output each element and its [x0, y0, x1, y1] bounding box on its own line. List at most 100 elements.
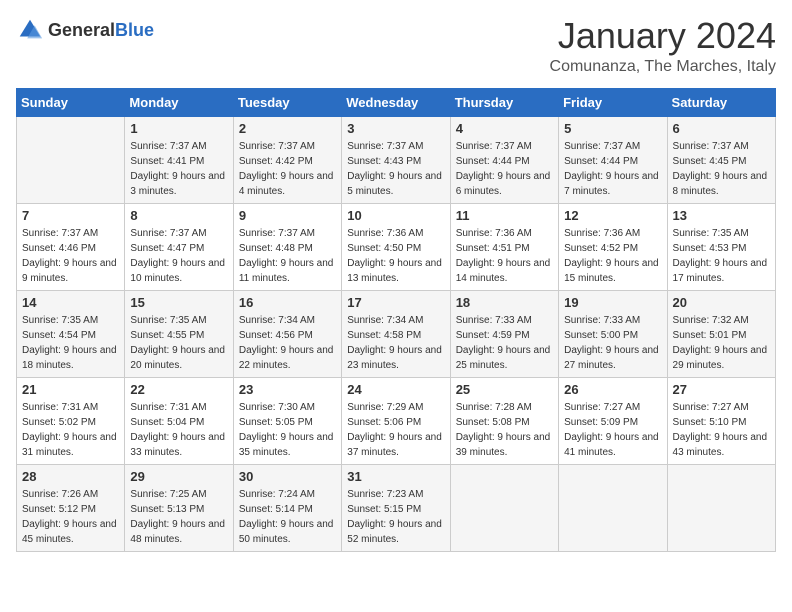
day-number: 14: [22, 295, 119, 310]
day-info: Sunrise: 7:28 AMSunset: 5:08 PMDaylight:…: [456, 400, 553, 460]
calendar-cell: 12Sunrise: 7:36 AMSunset: 4:52 PMDayligh…: [559, 203, 667, 290]
calendar-cell: 24 Sunrise: 7:29 AMSunset: 5:06 PMDayligh…: [342, 377, 450, 464]
calendar-cell: 14Sunrise: 7:35 AMSunset: 4:54 PMDayligh…: [17, 290, 125, 377]
day-info: Sunrise: 7:37 AMSunset: 4:44 PMDaylight:…: [564, 139, 661, 199]
day-info: Sunrise: 7:24 AMSunset: 5:14 PMDaylight:…: [239, 487, 336, 547]
day-info: Sunrise: 7:35 AMSunset: 4:53 PMDaylight:…: [673, 226, 770, 286]
calendar-cell: 26Sunrise: 7:27 AMSunset: 5:09 PMDayligh…: [559, 377, 667, 464]
calendar-week-4: 28Sunrise: 7:26 AMSunset: 5:12 PMDayligh…: [17, 464, 776, 551]
day-info: Sunrise: 7:37 AMSunset: 4:48 PMDaylight:…: [239, 226, 336, 286]
col-wednesday: Wednesday: [342, 88, 450, 116]
day-number: 12: [564, 208, 661, 223]
calendar-cell: 28Sunrise: 7:26 AMSunset: 5:12 PMDayligh…: [17, 464, 125, 551]
day-number: 29: [130, 469, 227, 484]
day-info: Sunrise: 7:36 AMSunset: 4:51 PMDaylight:…: [456, 226, 553, 286]
day-info: Sunrise: 7:25 AMSunset: 5:13 PMDaylight:…: [130, 487, 227, 547]
day-number: 24: [347, 382, 444, 397]
day-info: Sunrise: 7:32 AMSunset: 5:01 PMDaylight:…: [673, 313, 770, 373]
calendar-cell: 8 Sunrise: 7:37 AMSunset: 4:47 PMDaylight…: [125, 203, 233, 290]
calendar-cell: 23 Sunrise: 7:30 AMSunset: 5:05 PMDayligh…: [233, 377, 341, 464]
day-number: 8: [130, 208, 227, 223]
calendar-cell: [559, 464, 667, 551]
day-info: Sunrise: 7:33 AMSunset: 4:59 PMDaylight:…: [456, 313, 553, 373]
calendar-table: Sunday Monday Tuesday Wednesday Thursday…: [16, 88, 776, 552]
day-number: 18: [456, 295, 553, 310]
calendar-cell: [667, 464, 775, 551]
calendar-cell: 2 Sunrise: 7:37 AMSunset: 4:42 PMDaylight…: [233, 116, 341, 203]
day-number: 30: [239, 469, 336, 484]
day-info: Sunrise: 7:30 AMSunset: 5:05 PMDaylight:…: [239, 400, 336, 460]
day-info: Sunrise: 7:31 AMSunset: 5:04 PMDaylight:…: [130, 400, 227, 460]
day-info: Sunrise: 7:37 AMSunset: 4:43 PMDaylight:…: [347, 139, 444, 199]
day-info: Sunrise: 7:36 AMSunset: 4:50 PMDaylight:…: [347, 226, 444, 286]
day-number: 15: [130, 295, 227, 310]
day-number: 23: [239, 382, 336, 397]
header-row: Sunday Monday Tuesday Wednesday Thursday…: [17, 88, 776, 116]
calendar-cell: 21 Sunrise: 7:31 AMSunset: 5:02 PMDayligh…: [17, 377, 125, 464]
day-info: Sunrise: 7:37 AMSunset: 4:47 PMDaylight:…: [130, 226, 227, 286]
day-number: 19: [564, 295, 661, 310]
col-sunday: Sunday: [17, 88, 125, 116]
calendar-cell: 10 Sunrise: 7:36 AMSunset: 4:50 PMDayligh…: [342, 203, 450, 290]
calendar-cell: 30 Sunrise: 7:24 AMSunset: 5:14 PMDayligh…: [233, 464, 341, 551]
col-monday: Monday: [125, 88, 233, 116]
logo: GeneralBlue: [16, 16, 154, 44]
day-info: Sunrise: 7:37 AMSunset: 4:41 PMDaylight:…: [130, 139, 227, 199]
calendar-week-1: 7Sunrise: 7:37 AMSunset: 4:46 PMDaylight…: [17, 203, 776, 290]
calendar-week-3: 21 Sunrise: 7:31 AMSunset: 5:02 PMDayligh…: [17, 377, 776, 464]
day-info: Sunrise: 7:35 AMSunset: 4:55 PMDaylight:…: [130, 313, 227, 373]
day-number: 1: [130, 121, 227, 136]
day-info: Sunrise: 7:31 AMSunset: 5:02 PMDaylight:…: [22, 400, 119, 460]
day-info: Sunrise: 7:29 AMSunset: 5:06 PMDaylight:…: [347, 400, 444, 460]
day-info: Sunrise: 7:37 AMSunset: 4:44 PMDaylight:…: [456, 139, 553, 199]
header: GeneralBlue January 2024 Comunanza, The …: [16, 16, 776, 76]
col-tuesday: Tuesday: [233, 88, 341, 116]
calendar-week-2: 14Sunrise: 7:35 AMSunset: 4:54 PMDayligh…: [17, 290, 776, 377]
calendar-cell: 25 Sunrise: 7:28 AMSunset: 5:08 PMDayligh…: [450, 377, 558, 464]
day-number: 31: [347, 469, 444, 484]
col-thursday: Thursday: [450, 88, 558, 116]
day-number: 2: [239, 121, 336, 136]
day-info: Sunrise: 7:27 AMSunset: 5:10 PMDaylight:…: [673, 400, 770, 460]
day-number: 9: [239, 208, 336, 223]
calendar-cell: 19Sunrise: 7:33 AMSunset: 5:00 PMDayligh…: [559, 290, 667, 377]
calendar-header: Sunday Monday Tuesday Wednesday Thursday…: [17, 88, 776, 116]
day-number: 4: [456, 121, 553, 136]
day-number: 13: [673, 208, 770, 223]
calendar-cell: 20Sunrise: 7:32 AMSunset: 5:01 PMDayligh…: [667, 290, 775, 377]
calendar-cell: 5Sunrise: 7:37 AMSunset: 4:44 PMDaylight…: [559, 116, 667, 203]
calendar-cell: 4 Sunrise: 7:37 AMSunset: 4:44 PMDaylight…: [450, 116, 558, 203]
calendar-cell: 18 Sunrise: 7:33 AMSunset: 4:59 PMDayligh…: [450, 290, 558, 377]
calendar-cell: 17Sunrise: 7:34 AMSunset: 4:58 PMDayligh…: [342, 290, 450, 377]
day-info: Sunrise: 7:37 AMSunset: 4:46 PMDaylight:…: [22, 226, 119, 286]
day-number: 3: [347, 121, 444, 136]
logo-icon: [16, 16, 44, 44]
calendar-cell: 15 Sunrise: 7:35 AMSunset: 4:55 PMDayligh…: [125, 290, 233, 377]
calendar-cell: 1 Sunrise: 7:37 AMSunset: 4:41 PMDaylight…: [125, 116, 233, 203]
day-number: 21: [22, 382, 119, 397]
day-number: 16: [239, 295, 336, 310]
day-number: 10: [347, 208, 444, 223]
calendar-cell: [450, 464, 558, 551]
day-number: 27: [673, 382, 770, 397]
day-info: Sunrise: 7:37 AMSunset: 4:45 PMDaylight:…: [673, 139, 770, 199]
calendar-cell: [17, 116, 125, 203]
calendar-cell: 16 Sunrise: 7:34 AMSunset: 4:56 PMDayligh…: [233, 290, 341, 377]
day-info: Sunrise: 7:34 AMSunset: 4:58 PMDaylight:…: [347, 313, 444, 373]
calendar-cell: 31 Sunrise: 7:23 AMSunset: 5:15 PMDayligh…: [342, 464, 450, 551]
calendar-week-0: 1 Sunrise: 7:37 AMSunset: 4:41 PMDaylight…: [17, 116, 776, 203]
calendar-cell: 6 Sunrise: 7:37 AMSunset: 4:45 PMDaylight…: [667, 116, 775, 203]
day-number: 26: [564, 382, 661, 397]
day-number: 25: [456, 382, 553, 397]
calendar-cell: 22Sunrise: 7:31 AMSunset: 5:04 PMDayligh…: [125, 377, 233, 464]
calendar-cell: 9 Sunrise: 7:37 AMSunset: 4:48 PMDaylight…: [233, 203, 341, 290]
day-info: Sunrise: 7:34 AMSunset: 4:56 PMDaylight:…: [239, 313, 336, 373]
calendar-cell: 3 Sunrise: 7:37 AMSunset: 4:43 PMDaylight…: [342, 116, 450, 203]
calendar-cell: 11 Sunrise: 7:36 AMSunset: 4:51 PMDayligh…: [450, 203, 558, 290]
day-number: 6: [673, 121, 770, 136]
day-info: Sunrise: 7:23 AMSunset: 5:15 PMDaylight:…: [347, 487, 444, 547]
day-info: Sunrise: 7:37 AMSunset: 4:42 PMDaylight:…: [239, 139, 336, 199]
calendar-body: 1 Sunrise: 7:37 AMSunset: 4:41 PMDaylight…: [17, 116, 776, 551]
month-title: January 2024: [550, 16, 776, 56]
day-number: 11: [456, 208, 553, 223]
